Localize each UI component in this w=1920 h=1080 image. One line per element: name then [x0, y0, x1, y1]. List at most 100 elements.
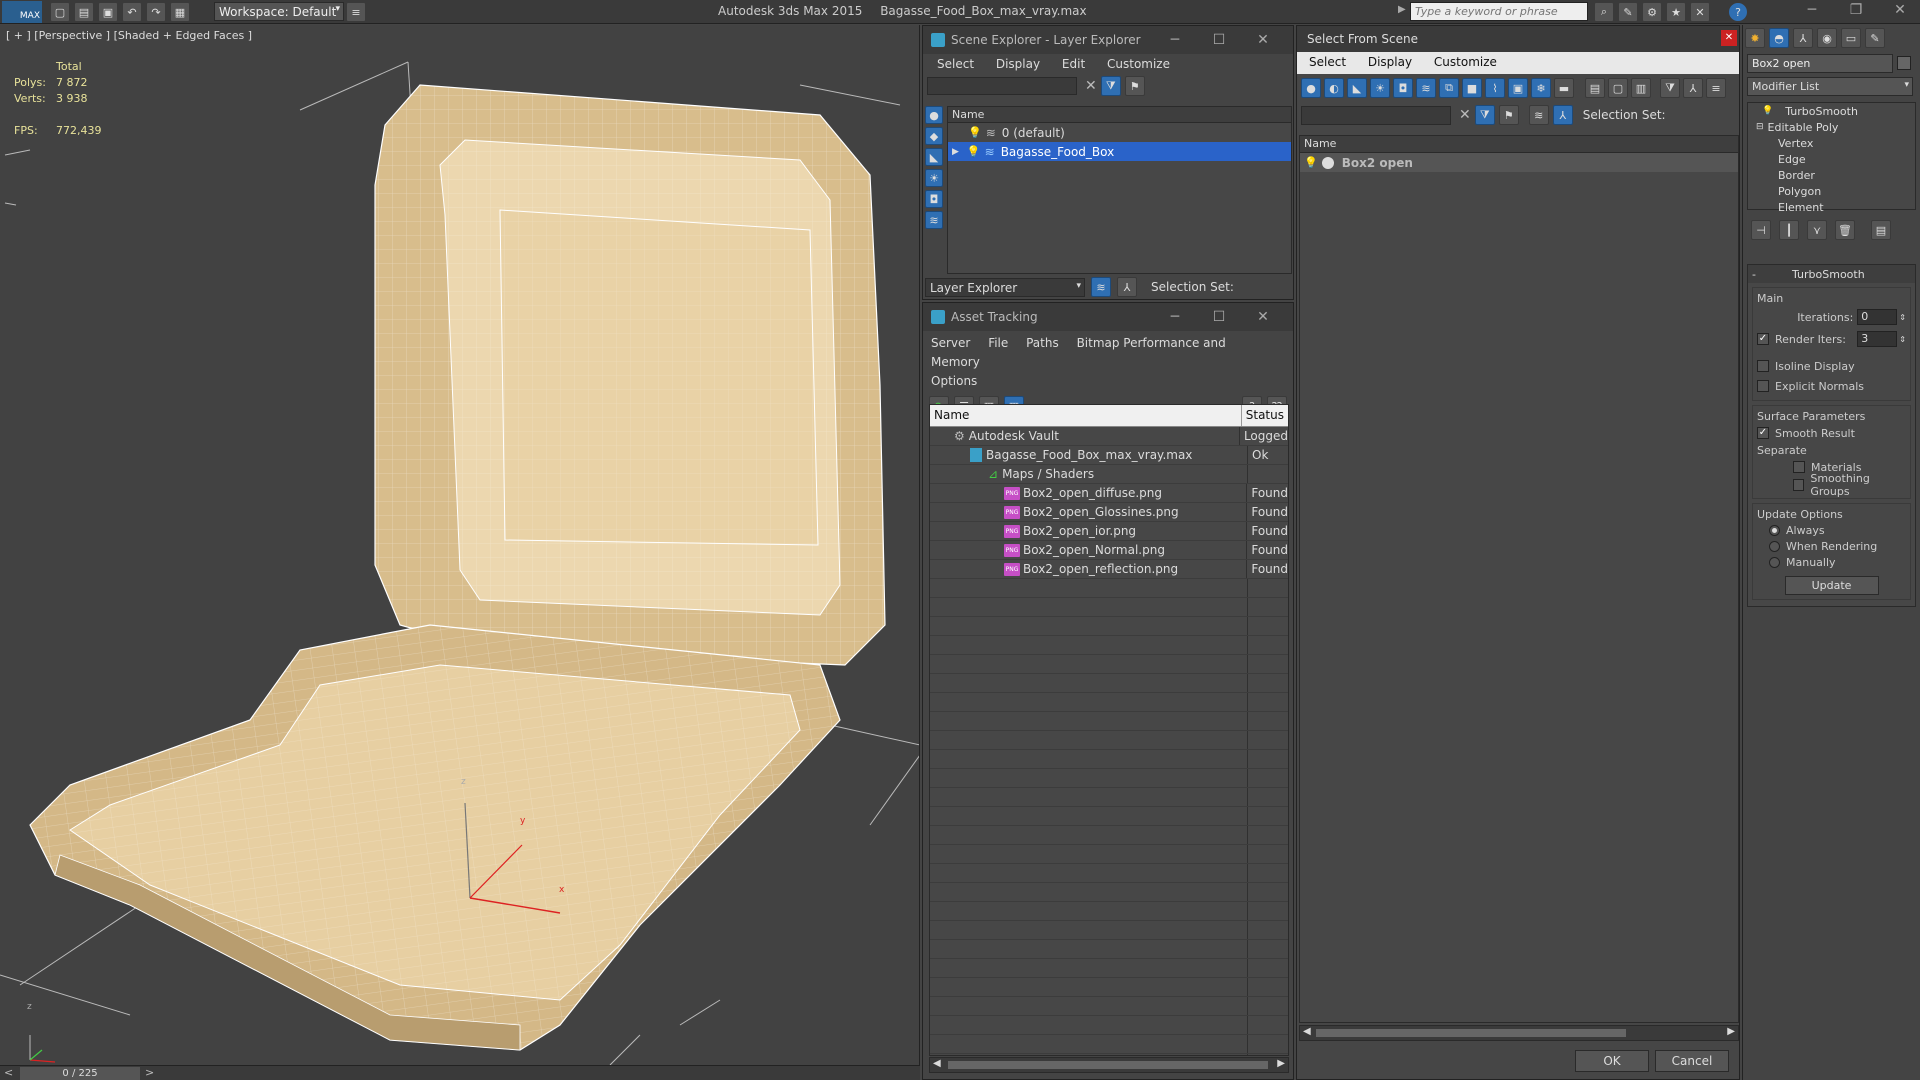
asset-row[interactable]: ⊿ Maps / Shaders	[930, 465, 1288, 484]
stack-item-border[interactable]: Border	[1748, 167, 1915, 183]
workspace-menu-icon[interactable]: ≡	[346, 2, 366, 22]
scroll-right-icon[interactable]: ▶	[1277, 1058, 1285, 1069]
filter-groups-icon[interactable]: ⧉	[1439, 78, 1459, 98]
asset-row[interactable]: PNG Box2_open_ior.png Found	[930, 522, 1288, 541]
scroll-left-icon[interactable]: ◀	[933, 1058, 941, 1069]
rollout-header[interactable]: - TurboSmooth	[1748, 265, 1915, 283]
display-objects-icon[interactable]: ●	[925, 106, 943, 124]
smooth-result-checkbox[interactable]: ✓	[1757, 427, 1769, 439]
modify-tab-icon[interactable]: ◓	[1769, 28, 1789, 48]
filter-shapes-icon[interactable]: ◐	[1324, 78, 1344, 98]
close-x-icon[interactable]: ✕	[1690, 2, 1710, 22]
asset-grid-header[interactable]: Name Status	[930, 405, 1288, 427]
filter-icon[interactable]: ⧩	[1100, 76, 1121, 96]
smoothing-groups-checkbox[interactable]	[1793, 479, 1805, 491]
layers-mode-icon[interactable]: ≋	[1091, 277, 1111, 297]
select-invert-icon[interactable]: ▥	[1631, 78, 1651, 98]
timeline-next-button[interactable]: >	[145, 1066, 154, 1079]
filter-spacewarps-icon[interactable]: ≋	[1416, 78, 1436, 98]
create-tab-icon[interactable]: ✸	[1745, 28, 1765, 48]
hierarchy-mode-icon[interactable]: ⅄	[1552, 105, 1573, 125]
binoculars-icon[interactable]: ⌕	[1594, 2, 1614, 22]
project-folder-icon[interactable]: ▦	[170, 2, 190, 22]
lightbulb-icon[interactable]: 💡	[968, 126, 982, 139]
menu-server[interactable]: Server	[931, 336, 970, 350]
filter-xrefs-icon[interactable]: ■	[1462, 78, 1482, 98]
object-list-header[interactable]: Name	[1300, 136, 1738, 153]
menu-bitmap-performance[interactable]: Bitmap Performance and Memory	[931, 336, 1226, 369]
filter-frozen-icon[interactable]: ❄	[1531, 78, 1551, 98]
explorer-type-dropdown[interactable]: Layer Explorer ▾	[925, 277, 1085, 297]
close-icon[interactable]: ✕	[1241, 32, 1285, 48]
help-icon[interactable]: ?	[1728, 2, 1748, 22]
stack-item-editable-poly[interactable]: ⊟ Editable Poly	[1748, 119, 1915, 135]
scene-explorer-titlebar[interactable]: Scene Explorer - Layer Explorer ─ ☐ ✕	[923, 26, 1293, 54]
close-icon[interactable]: ✕	[1241, 309, 1285, 325]
menu-options[interactable]: Options	[931, 374, 977, 388]
display-shapes-icon[interactable]: ◣	[925, 148, 943, 166]
display-lights-icon[interactable]: ☀	[925, 169, 943, 187]
minimize-icon[interactable]: ─	[1153, 32, 1197, 48]
layer-row-default[interactable]: 💡 ≋ 0 (default)	[948, 123, 1291, 142]
tools-icon[interactable]: ✎	[1618, 2, 1638, 22]
iterations-spinner[interactable]: 0	[1857, 309, 1898, 325]
layer-row-bagasse[interactable]: ▶ 💡 ≋ Bagasse_Food_Box	[948, 142, 1291, 161]
menu-file[interactable]: File	[988, 336, 1008, 350]
object-list-scrollbar[interactable]: ◀ ▶	[1299, 1025, 1739, 1041]
filter-containers-icon[interactable]: ▣	[1508, 78, 1528, 98]
object-row-box2-open[interactable]: 💡 Box2 open	[1300, 153, 1738, 172]
render-iters-spinner[interactable]: 3	[1857, 331, 1898, 347]
search-input[interactable]	[1410, 2, 1588, 21]
menu-paths[interactable]: Paths	[1026, 336, 1059, 350]
update-button[interactable]: Update	[1784, 576, 1879, 595]
object-color-swatch[interactable]	[1897, 56, 1911, 70]
manually-radio[interactable]	[1769, 556, 1780, 568]
layer-filter-icon[interactable]: ⚑	[1498, 105, 1519, 125]
select-all-icon[interactable]: ▤	[1585, 78, 1605, 98]
options-icon[interactable]: ≡	[1706, 78, 1726, 98]
workspace-dropdown[interactable]: Workspace: Default ▾	[214, 2, 344, 21]
status-column-header[interactable]: Status	[1242, 405, 1288, 426]
stack-item-vertex[interactable]: Vertex	[1748, 135, 1915, 151]
when-rendering-radio[interactable]	[1769, 540, 1780, 552]
time-slider[interactable]: 0 / 225	[20, 1067, 140, 1080]
hierarchy-icon[interactable]: ⅄	[1683, 78, 1703, 98]
utilities-tab-icon[interactable]: ✎	[1865, 28, 1885, 48]
make-unique-icon[interactable]: ⋎	[1807, 220, 1827, 240]
filter-hidden-icon[interactable]: ▬	[1554, 78, 1574, 98]
lightbulb-icon[interactable]: 💡	[967, 145, 981, 158]
display-geometry-icon[interactable]: ◆	[925, 127, 943, 145]
close-icon[interactable]: ✕	[1878, 2, 1920, 18]
layers-mode-icon[interactable]: ≋	[1528, 105, 1549, 125]
display-tab-icon[interactable]: ▭	[1841, 28, 1861, 48]
menu-select[interactable]: Select	[1309, 55, 1346, 69]
expand-arrow-icon[interactable]: ▶	[952, 147, 959, 157]
stack-item-turbosmooth[interactable]: 💡 TurboSmooth	[1748, 103, 1915, 119]
cancel-button[interactable]: Cancel	[1655, 1050, 1729, 1072]
show-end-result-icon[interactable]: ┃	[1779, 220, 1799, 240]
spinner-arrows-icon[interactable]: ⇕	[1899, 313, 1906, 322]
redo-icon[interactable]: ↷	[146, 2, 166, 22]
menu-edit[interactable]: Edit	[1062, 57, 1085, 71]
modifier-list-dropdown[interactable]: Modifier List ▾	[1747, 77, 1913, 96]
scroll-left-icon[interactable]: ◀	[1303, 1026, 1311, 1037]
materials-checkbox[interactable]	[1793, 461, 1805, 473]
clear-search-icon[interactable]: ✕	[1085, 78, 1097, 94]
asset-row[interactable]: PNG Box2_open_Glossines.png Found	[930, 503, 1288, 522]
select-none-icon[interactable]: ▢	[1608, 78, 1628, 98]
asset-row[interactable]: Bagasse_Food_Box_max_vray.max Ok	[930, 446, 1288, 465]
ok-button[interactable]: OK	[1575, 1050, 1649, 1072]
minimize-icon[interactable]: ─	[1790, 2, 1834, 18]
object-name-field[interactable]: Box2 open	[1747, 53, 1893, 73]
menu-display[interactable]: Display	[1368, 55, 1412, 69]
filter-funnel-icon[interactable]: ⧩	[1660, 78, 1680, 98]
stack-item-element[interactable]: Element	[1748, 199, 1915, 215]
dialog-close-icon[interactable]: ✕	[1721, 30, 1737, 46]
display-helpers-icon[interactable]: ≋	[925, 211, 943, 229]
stack-item-edge[interactable]: Edge	[1748, 151, 1915, 167]
scene-search-input[interactable]	[927, 77, 1077, 95]
filter-bones-icon[interactable]: ⌇	[1485, 78, 1505, 98]
filter-geometry-icon[interactable]: ●	[1301, 78, 1321, 98]
asset-horizontal-scrollbar[interactable]: ◀ ▶	[929, 1057, 1289, 1073]
lightbulb-icon[interactable]: 💡	[1304, 156, 1318, 169]
